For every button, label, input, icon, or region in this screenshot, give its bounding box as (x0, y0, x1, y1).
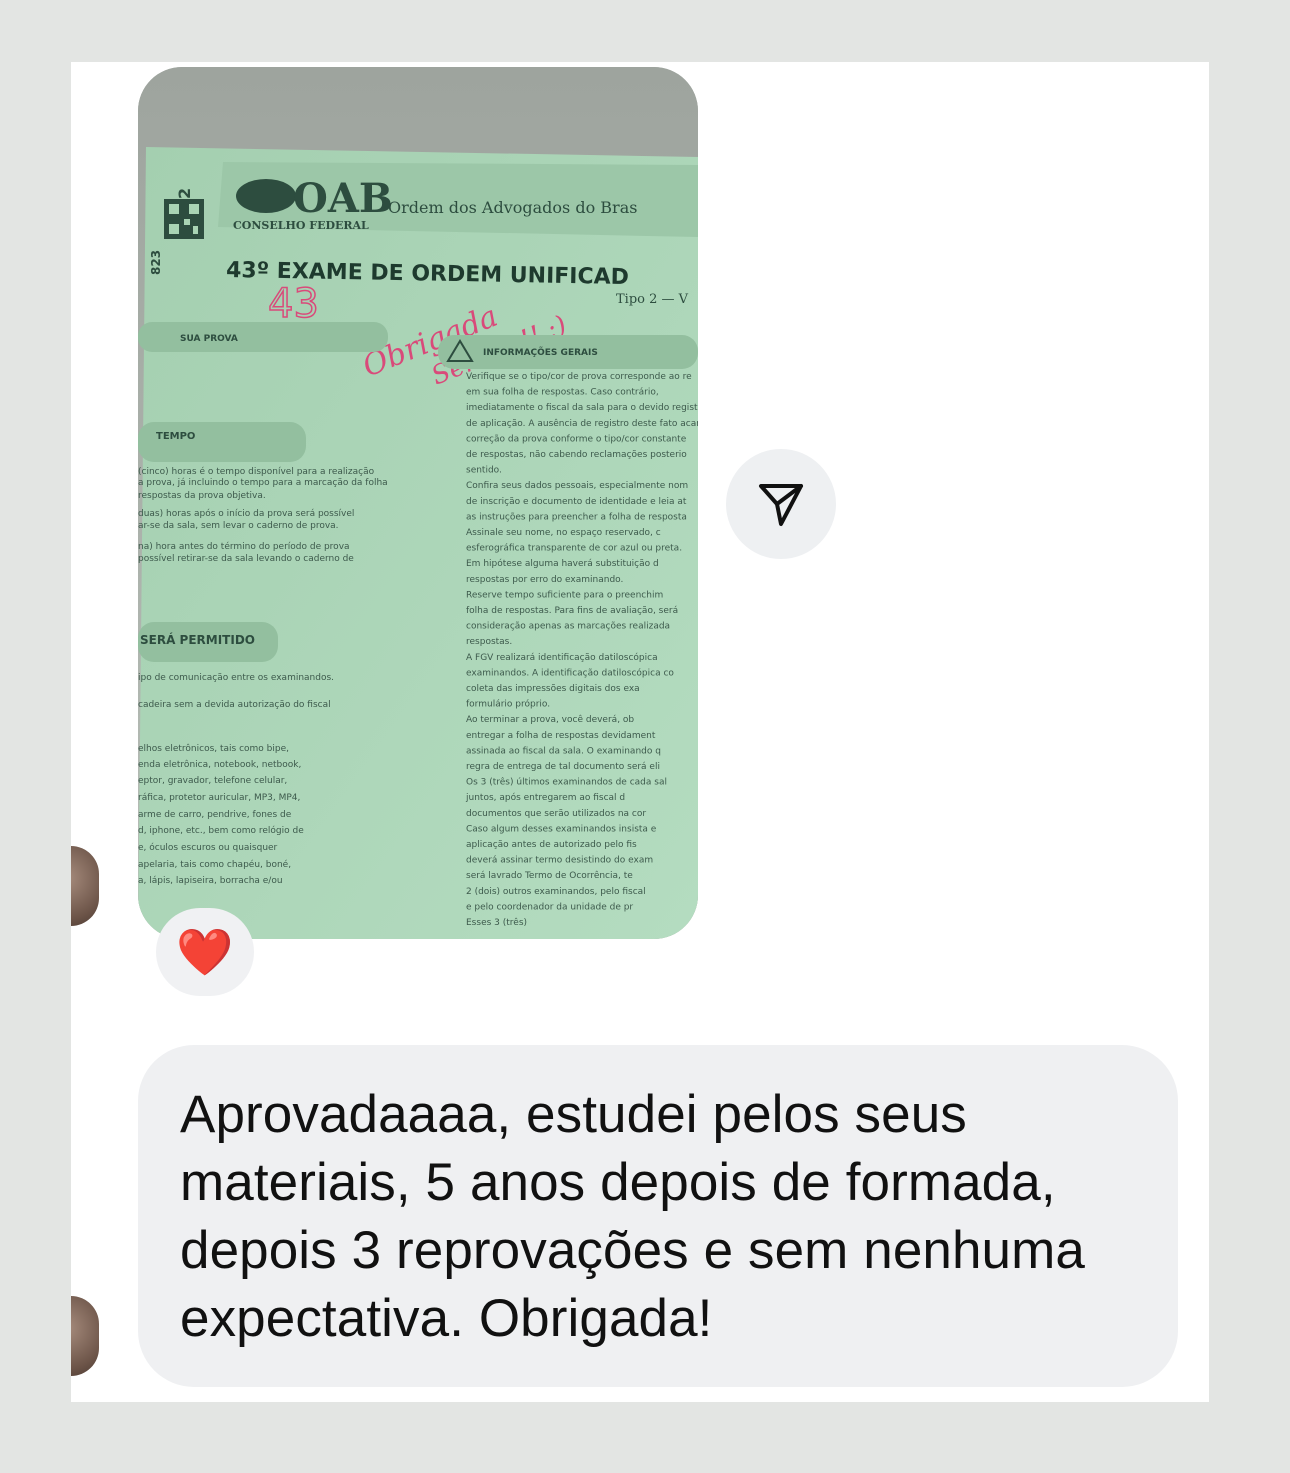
paper-plane-icon (759, 484, 803, 526)
corner-digit: 2 (175, 188, 194, 199)
section-sua-prova: SUA PROVA (180, 334, 238, 344)
sheet-text-line: de inscrição e documento de identidade e… (466, 497, 687, 507)
sheet-text-line: respostas por erro do examinando. (466, 575, 623, 585)
handwritten-number: 43 (268, 281, 319, 327)
sheet-text-line: documentos que serão utilizados na cor (466, 809, 646, 819)
sheet-text-line: a prova, já incluindo o tempo para a mar… (138, 478, 388, 488)
sheet-text-line: Reserve tempo suficiente para o preenchi… (466, 590, 663, 600)
sheet-text-line: ráfica, protetor auricular, MP3, MP4, (138, 793, 300, 803)
sheet-text-line: eptor, gravador, telefone celular, (138, 776, 287, 786)
sheet-text-line: Os 3 (três) últimos examinandos de cada … (466, 777, 667, 788)
sheet-text-line: ipo de comunicação entre os examinandos. (138, 673, 334, 683)
sheet-text-line: respostas. (466, 637, 512, 647)
sheet-text-line: Em hipótese alguma haverá substituição d (466, 558, 659, 569)
sheet-text-line: a, lápis, lapiseira, borracha e/ou (138, 876, 283, 886)
sheet-text-line: duas) horas após o início da prova será … (138, 508, 354, 519)
sheet-text-line: e pelo coordenador da unidade de pr (466, 902, 633, 912)
sheet-text-line: 2 (dois) outros examinandos, pelo fiscal (466, 887, 646, 897)
sheet-text-line: e, óculos escuros ou quaisquer (138, 842, 278, 853)
sheet-text-line: formulário próprio. (466, 699, 550, 710)
reaction-badge[interactable]: ❤️ (156, 908, 254, 996)
sheet-text-line: sentido. (466, 466, 502, 476)
sheet-text-line: possível retirar-se da sala levando o ca… (138, 554, 354, 564)
sheet-text-line: entregar a folha de respostas devidament (466, 731, 656, 741)
sheet-text-line: de respostas, não cabendo reclamações po… (466, 450, 687, 460)
sheet-text-line: esferográfica transparente de cor azul o… (466, 544, 682, 554)
sheet-text-line: assinada ao fiscal da sala. O examinando… (466, 746, 661, 756)
sheet-text-line: cadeira sem a devida autorização do fisc… (138, 700, 331, 710)
sheet-text-line: Assinale seu nome, no espaço reservado, … (466, 528, 661, 538)
section-info: INFORMAÇÕES GERAIS (483, 346, 598, 358)
sender-avatar[interactable] (71, 1296, 99, 1376)
oab-logo-text: OAB (293, 175, 393, 222)
photo-message[interactable]: OAB CONSELHO FEDERAL Ordem dos Advogados… (138, 67, 698, 939)
sheet-text-line: folha de respostas. Para fins de avaliaç… (466, 606, 678, 616)
exam-sheet-photo: OAB CONSELHO FEDERAL Ordem dos Advogados… (138, 67, 698, 939)
org-name: Ordem dos Advogados do Bras (388, 198, 637, 217)
sheet-text-line: de aplicação. A ausência de registro des… (466, 418, 698, 429)
sheet-text-line: deverá assinar termo desistindo do exam (466, 856, 653, 866)
sheet-text-line: Caso algum desses examinandos insista e (466, 824, 657, 834)
sheet-text-line: em sua folha de respostas. Caso contrári… (466, 388, 659, 398)
sheet-text-line: apelaria, tais como chapéu, boné, (138, 859, 291, 870)
message-bubble[interactable]: Aprovadaaaa, estudei pelos seus materiai… (138, 1045, 1178, 1387)
sheet-text-line: coleta das impressões digitais dos exa (466, 684, 640, 694)
share-button[interactable] (726, 449, 836, 559)
heart-icon: ❤️ (176, 925, 234, 979)
exam-type: Tipo 2 — V (616, 292, 689, 307)
sheet-text-line: na) hora antes do término do período de … (138, 541, 350, 552)
sheet-text-line: Esses 3 (três) (466, 917, 527, 928)
sheet-text-line: enda eletrônica, notebook, netbook, (138, 759, 301, 770)
section-tempo: TEMPO (156, 431, 195, 442)
message-text: Aprovadaaaa, estudei pelos seus materiai… (180, 1085, 1085, 1348)
oab-logo-icon (236, 179, 296, 213)
sheet-text-line: Ao terminar a prova, você deverá, ob (466, 714, 634, 725)
sheet-text-line: elhos eletrônicos, tais como bipe, (138, 743, 289, 754)
sheet-text-line: aplicação antes de autorizado pelo fis (466, 840, 637, 850)
sheet-text-line: respostas da prova objetiva. (138, 491, 266, 501)
sheet-text-line: será lavrado Termo de Ocorrência, te (466, 870, 633, 881)
sheet-text-line: (cinco) horas é o tempo disponível para … (138, 466, 375, 477)
sheet-text-line: ar-se da sala, sem levar o caderno de pr… (138, 521, 339, 531)
section-nao-permitido: SERÁ PERMITIDO (140, 632, 255, 647)
sheet-text-line: arme de carro, pendrive, fones de (138, 810, 292, 820)
sheet-text-line: consideração apenas as marcações realiza… (466, 622, 670, 632)
sender-avatar[interactable] (71, 846, 99, 926)
conselho-label: CONSELHO FEDERAL (233, 219, 369, 232)
sheet-text-line: examinandos. A identificação datiloscópi… (466, 667, 674, 678)
chat-panel: OAB CONSELHO FEDERAL Ordem dos Advogados… (71, 62, 1209, 1402)
sheet-text-line: d, iphone, etc., bem como relógio de (138, 825, 304, 836)
qr-code-icon (164, 199, 204, 239)
sheet-text-line: juntos, após entregarem ao fiscal d (465, 792, 625, 803)
sheet-text-line: as instruções para preencher a folha de … (466, 512, 687, 522)
sheet-text-line: Verifique se o tipo/cor de prova corresp… (466, 372, 692, 382)
sheet-text-line: regra de entrega de tal documento será e… (466, 762, 660, 772)
sheet-text-line: A FGV realizará identificação datiloscóp… (466, 652, 658, 663)
sheet-text-line: correção da prova conforme o tipo/cor co… (466, 434, 687, 444)
qr-number: 823 (149, 250, 163, 275)
sheet-text-line: imediatamente o fiscal da sala para o de… (466, 403, 698, 413)
sheet-text-line: Confira seus dados pessoais, especialmen… (466, 481, 688, 491)
